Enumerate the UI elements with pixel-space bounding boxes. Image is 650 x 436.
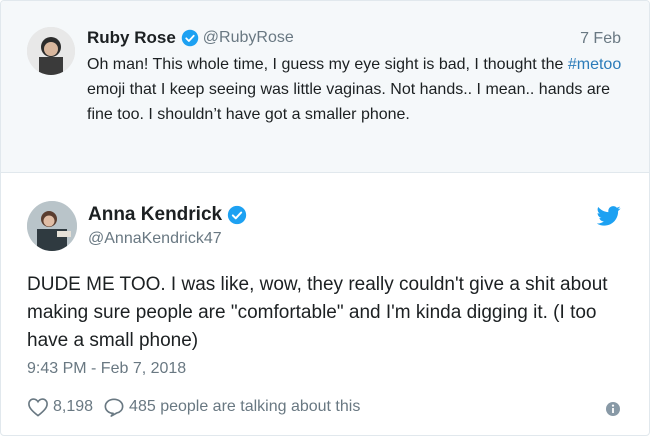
like-count: 8,198 bbox=[53, 398, 94, 415]
twitter-bird-icon[interactable] bbox=[597, 206, 621, 226]
avatar[interactable] bbox=[27, 201, 77, 251]
author-handle[interactable]: @AnnaKendrick47 bbox=[88, 230, 222, 248]
tweet-actions: 8,198 485 people are talking about this bbox=[27, 397, 370, 417]
info-icon[interactable] bbox=[605, 401, 621, 417]
author-name[interactable]: Ruby Rose bbox=[87, 28, 176, 48]
heart-icon bbox=[28, 398, 48, 417]
tweet-text: DUDE ME TOO. I was like, wow, they reall… bbox=[27, 274, 608, 351]
parent-tweet[interactable]: Ruby Rose @RubyRose 7 Feb Oh man! This w… bbox=[1, 1, 649, 173]
author-name[interactable]: Anna Kendrick bbox=[88, 204, 222, 226]
tweet-text: Oh man! This whole time, I guess my eye … bbox=[87, 52, 627, 127]
tweet-text-part: Oh man! This whole time, I guess my eye … bbox=[87, 56, 568, 73]
hashtag-link[interactable]: #metoo bbox=[568, 56, 621, 73]
author-handle[interactable]: @RubyRose bbox=[203, 29, 294, 47]
like-button[interactable]: 8,198 bbox=[27, 397, 93, 417]
verified-badge-icon bbox=[181, 29, 199, 47]
tweet-timestamp[interactable]: 9:43 PM - Feb 7, 2018 bbox=[27, 360, 186, 378]
reply-button[interactable]: 485 people are talking about this bbox=[103, 397, 360, 417]
conversation-count: 485 people are talking about this bbox=[129, 398, 361, 415]
speech-bubble-icon bbox=[104, 398, 124, 417]
avatar[interactable] bbox=[27, 27, 75, 75]
tweet-text-part: emoji that I keep seeing was little vagi… bbox=[87, 81, 610, 123]
verified-badge-icon bbox=[227, 205, 247, 225]
tweet-date[interactable]: 7 Feb bbox=[580, 30, 621, 48]
embedded-tweet-card: Ruby Rose @RubyRose 7 Feb Oh man! This w… bbox=[0, 0, 650, 436]
